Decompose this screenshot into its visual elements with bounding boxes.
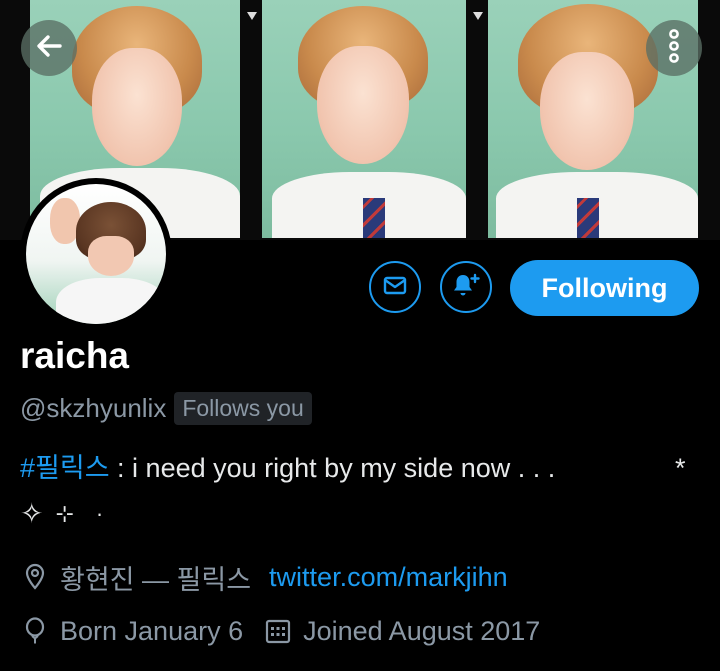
notifications-button[interactable]: [440, 261, 492, 313]
joined-text: Joined August 2017: [303, 615, 541, 646]
film-marker: [473, 12, 483, 20]
following-button[interactable]: Following: [510, 260, 699, 316]
birthday-text: Born January 6: [60, 615, 244, 646]
bio-sparkle-1: ✧: [20, 498, 44, 529]
website-link[interactable]: twitter.com/markjihn: [269, 562, 508, 593]
location-row: 황현진 — 필릭스 twitter.com/markjihn: [20, 557, 508, 597]
bio-text: : i need you right by my side now . . .: [109, 453, 556, 483]
more-vertical-icon: [664, 28, 684, 69]
bio-dot: ·: [95, 500, 104, 526]
calendar-icon: [263, 616, 293, 646]
banner-photo-2: [262, 0, 466, 238]
dates-row: Born January 6 Joined August 2017: [20, 611, 540, 651]
message-button[interactable]: [369, 261, 421, 313]
location-text: 황현진 — 필릭스: [60, 564, 252, 595]
arrow-left-icon: [34, 31, 64, 66]
bio-hashtag[interactable]: #필릭스: [20, 453, 110, 483]
film-marker: [247, 12, 257, 20]
bell-plus-icon: [451, 271, 481, 304]
user-handle: @skzhyunlix: [20, 392, 167, 423]
balloon-icon: [20, 616, 50, 646]
avatar-photo: [26, 184, 166, 324]
bio-star: *: [675, 453, 686, 483]
bio-line-2: ✧ ⊹ ·: [20, 497, 103, 530]
bio-sparkle-2: ⊹: [55, 500, 74, 526]
more-options-button[interactable]: [646, 20, 702, 76]
handle-row: @skzhyunlix Follows you: [20, 390, 312, 426]
back-button[interactable]: [21, 20, 77, 76]
follows-you-badge: Follows you: [174, 391, 312, 425]
profile-bio: #필릭스 : i need you right by my side now .…: [20, 451, 710, 485]
display-name: raicha: [20, 335, 130, 376]
location-pin-icon: [20, 562, 50, 592]
mail-icon: [382, 272, 408, 303]
profile-avatar[interactable]: [20, 178, 172, 330]
